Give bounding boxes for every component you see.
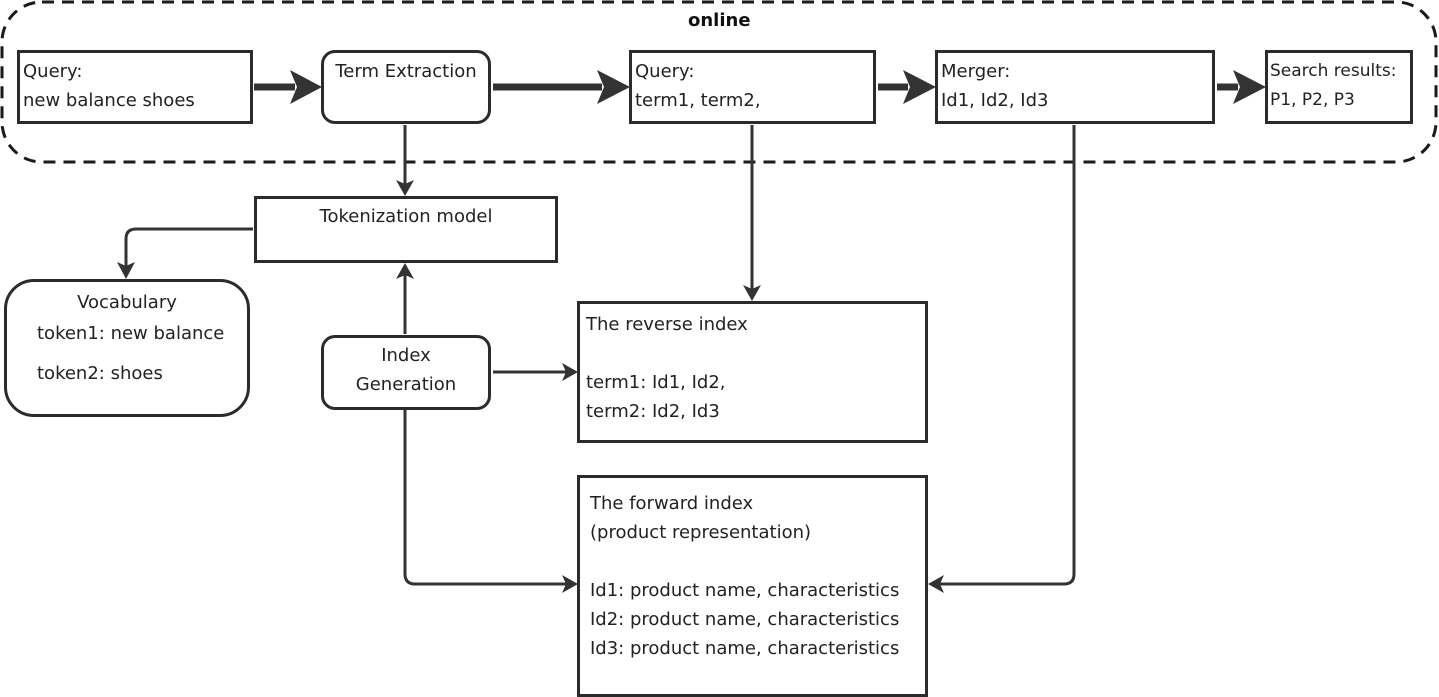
forward-index-node[interactable]: The forward index (product representatio… bbox=[577, 475, 928, 697]
term-extraction-label: Term Extraction bbox=[335, 61, 477, 82]
merger-node[interactable]: Merger: Id1, Id2, Id3 bbox=[935, 50, 1215, 124]
edge-query-terms-to-merger bbox=[878, 70, 936, 104]
forward-index-entry-1: Id1: product name, characteristics bbox=[590, 580, 900, 601]
query-input-value: new balance shoes bbox=[23, 90, 195, 111]
online-group-label: online bbox=[688, 10, 751, 31]
search-results-value: P1, P2, P3 bbox=[1270, 90, 1355, 110]
vocabulary-title: Vocabulary bbox=[77, 292, 177, 313]
forward-index-entry-3: Id3: product name, characteristics bbox=[590, 638, 900, 659]
edge-term-extraction-to-query-terms bbox=[493, 70, 630, 104]
search-results-heading: Search results: bbox=[1270, 61, 1397, 81]
reverse-index-entry-1: term1: Id1, Id2, bbox=[586, 372, 726, 393]
forward-index-entry-2: Id2: product name, characteristics bbox=[590, 609, 900, 630]
reverse-index-node[interactable]: The reverse index term1: Id1, Id2, term2… bbox=[577, 301, 928, 443]
merger-heading: Merger: bbox=[941, 61, 1011, 82]
term-extraction-node[interactable]: Term Extraction bbox=[321, 50, 491, 124]
query-input-heading: Query: bbox=[23, 61, 83, 82]
search-results-node[interactable]: Search results: P1, P2, P3 bbox=[1265, 50, 1413, 124]
query-input-node[interactable]: Query: new balance shoes bbox=[17, 50, 253, 124]
reverse-index-title: The reverse index bbox=[586, 314, 748, 335]
edge-merger-to-search-results bbox=[1217, 70, 1266, 104]
reverse-index-entry-2: term2: Id2, Id3 bbox=[586, 401, 720, 422]
index-generation-line-2: Generation bbox=[355, 374, 457, 395]
tokenization-model-node[interactable]: Tokenization model bbox=[254, 196, 558, 263]
edge-index-generation-to-forward-index bbox=[403, 410, 568, 586]
tokenization-model-label: Tokenization model bbox=[319, 206, 493, 227]
forward-index-subtitle: (product representation) bbox=[590, 522, 812, 543]
forward-index-title: The forward index bbox=[590, 493, 754, 514]
query-terms-node[interactable]: Query: term1, term2, bbox=[629, 50, 876, 124]
index-generation-node[interactable]: Index Generation bbox=[321, 335, 491, 410]
edge-tokenization-to-vocabulary bbox=[124, 227, 253, 268]
vocabulary-node[interactable]: Vocabulary token1: new balance token2: s… bbox=[4, 279, 250, 417]
vocabulary-token-1: token1: new balance bbox=[37, 323, 225, 344]
edge-query-to-term-extraction bbox=[254, 70, 322, 104]
query-terms-heading: Query: bbox=[635, 61, 695, 82]
edge-merger-to-forward-index bbox=[938, 125, 1076, 586]
search-pipeline-diagram: online Query: new balance shoes Term Ext… bbox=[0, 0, 1439, 697]
merger-value: Id1, Id2, Id3 bbox=[941, 90, 1049, 111]
vocabulary-token-2: token2: shoes bbox=[37, 363, 163, 384]
index-generation-line-1: Index bbox=[381, 345, 431, 366]
query-terms-value: term1, term2, bbox=[635, 90, 761, 111]
